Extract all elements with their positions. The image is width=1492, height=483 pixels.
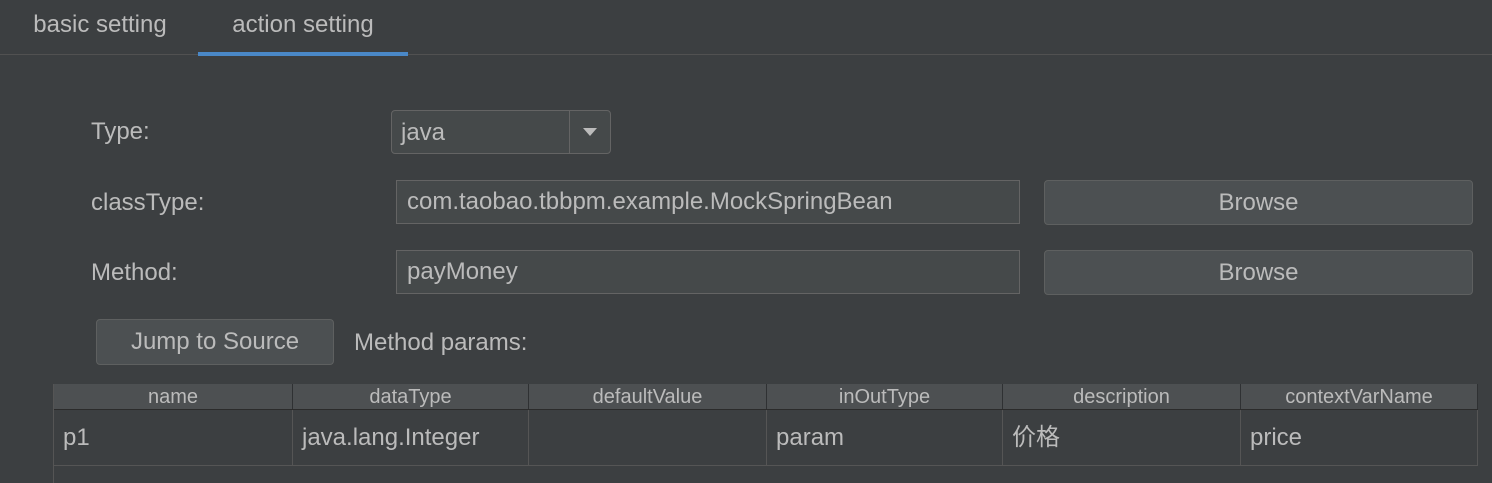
column-header-description[interactable]: description: [1003, 384, 1241, 409]
tab-bar: basic setting action setting: [0, 0, 1492, 56]
table-cell-name[interactable]: p1: [54, 410, 293, 465]
column-header-context-var-name[interactable]: contextVarName: [1241, 384, 1478, 409]
type-select[interactable]: java: [391, 110, 611, 154]
table-cell-in-out-type[interactable]: param: [767, 410, 1003, 465]
class-type-input[interactable]: [396, 180, 1020, 224]
column-header-name[interactable]: name: [54, 384, 293, 409]
browse-method-button[interactable]: Browse: [1044, 250, 1473, 295]
table-cell-context-var-name[interactable]: price: [1241, 410, 1478, 465]
method-params-label: Method params:: [354, 329, 528, 356]
method-params-table: name dataType defaultValue inOutType des…: [53, 384, 1478, 483]
table-cell-description[interactable]: 价格: [1003, 410, 1241, 465]
tab-action-setting[interactable]: action setting: [198, 0, 408, 56]
table-cell-default-value[interactable]: [529, 410, 767, 465]
table-cell-data-type[interactable]: java.lang.Integer: [293, 410, 529, 465]
class-type-label: classType:: [91, 189, 205, 216]
tab-basic-setting[interactable]: basic setting: [0, 0, 200, 55]
column-header-in-out-type[interactable]: inOutType: [767, 384, 1003, 409]
browse-class-button[interactable]: Browse: [1044, 180, 1473, 225]
table-row[interactable]: p1 java.lang.Integer param 价格 price: [54, 410, 1478, 466]
method-input[interactable]: [396, 250, 1020, 294]
jump-to-source-button[interactable]: Jump to Source: [96, 319, 334, 365]
column-header-default-value[interactable]: defaultValue: [529, 384, 767, 409]
table-header: name dataType defaultValue inOutType des…: [54, 384, 1478, 410]
action-settings-panel: basic setting action setting Type: java …: [0, 0, 1492, 483]
column-header-data-type[interactable]: dataType: [293, 384, 529, 409]
type-select-value: java: [401, 119, 446, 146]
type-label: Type:: [91, 118, 150, 145]
chevron-down-icon[interactable]: [570, 111, 610, 153]
method-label: Method:: [91, 259, 178, 286]
